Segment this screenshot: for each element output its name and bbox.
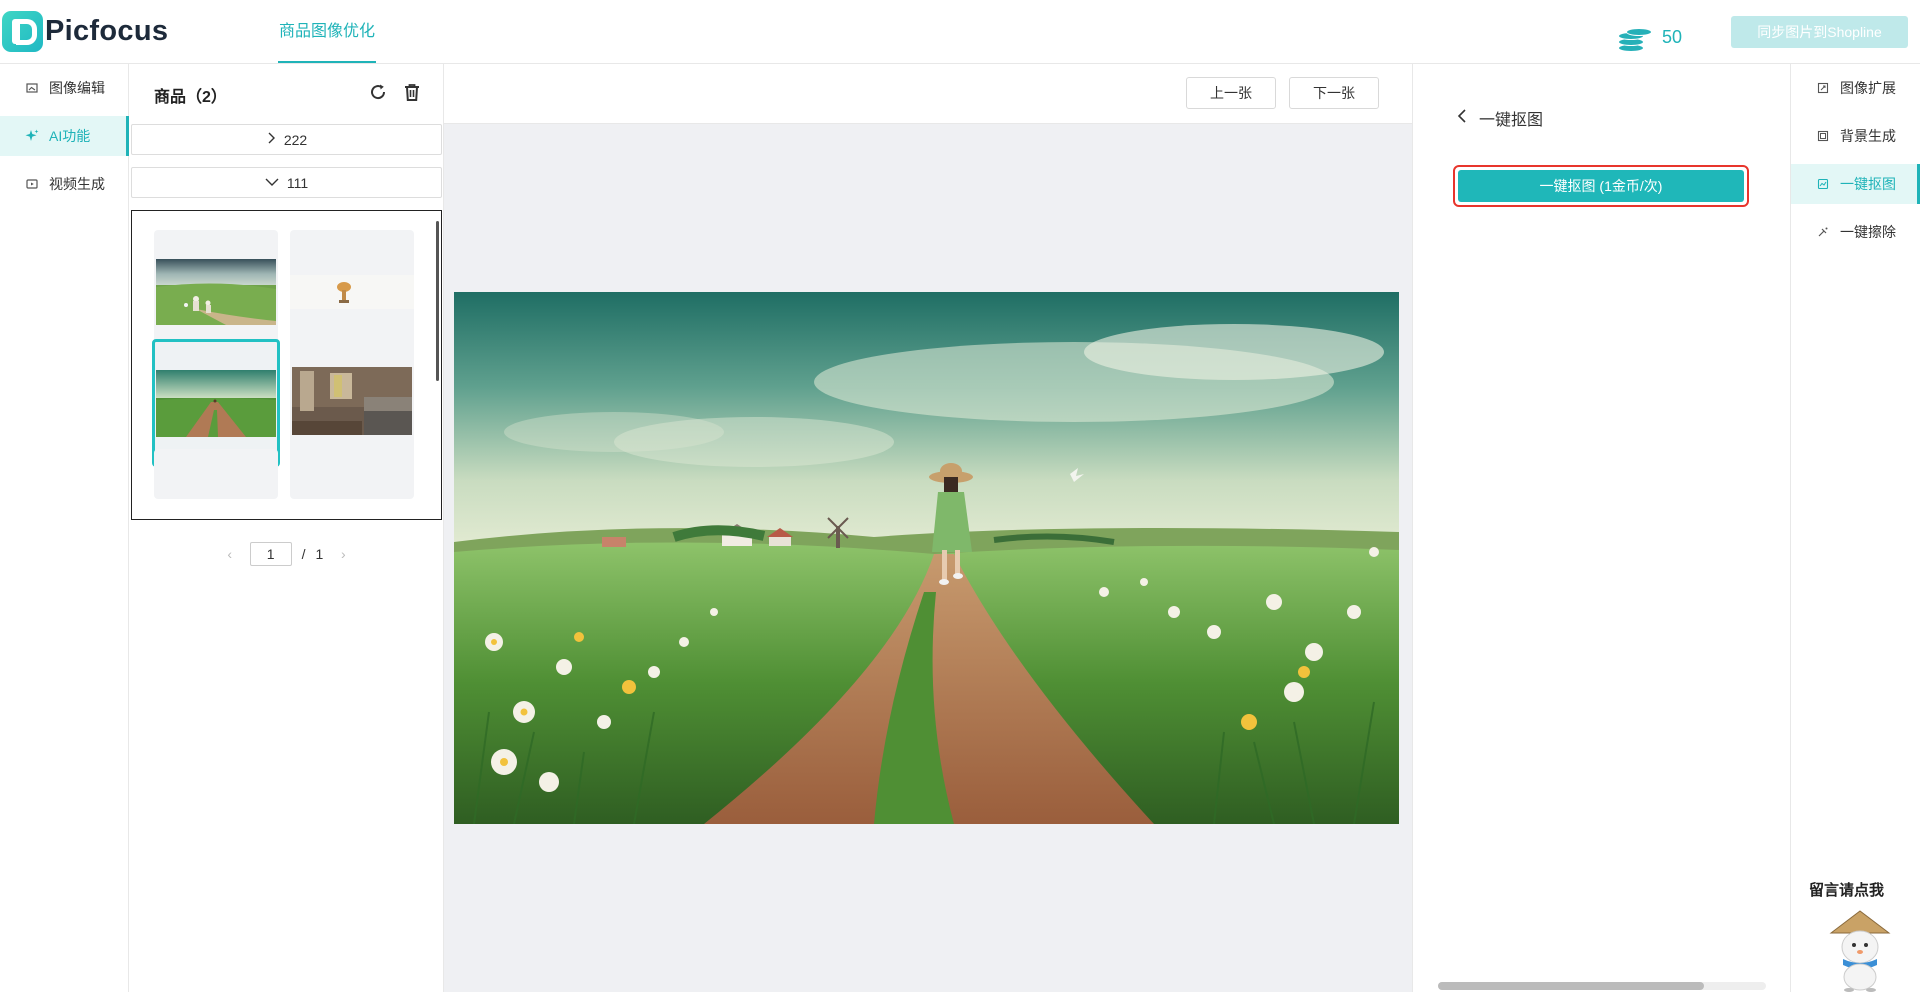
coin-balance: 50: [1662, 27, 1683, 47]
logo-icon: [2, 11, 43, 52]
product-list-title: 商品（2）: [154, 89, 227, 106]
chevron-down-icon: [265, 175, 279, 190]
pagination-next-icon[interactable]: ›: [333, 546, 353, 562]
image-canvas: 上一张 下一张: [444, 64, 1412, 992]
tool-item-one-click-erase[interactable]: 一键擦除: [1791, 212, 1920, 252]
expand-icon: [1816, 81, 1830, 95]
image-edit-icon: [25, 81, 39, 95]
video-icon: [25, 177, 39, 191]
folder-label: 222: [283, 131, 308, 148]
sync-to-shopline-button[interactable]: 同步图片到Shopline: [1731, 16, 1908, 48]
sidebar-item-label: 视频生成: [49, 176, 105, 192]
canvas-toolbar: 上一张 下一张: [444, 64, 1412, 124]
pagination-prev-icon[interactable]: ‹: [220, 546, 240, 562]
sparkle-icon: [25, 129, 39, 143]
sidebar-item-ai-features[interactable]: AI功能: [0, 116, 129, 156]
scrollbar-thumb[interactable]: [1438, 982, 1704, 990]
tool-settings-panel: 一键抠图 一键抠图 (1金币/次): [1412, 64, 1791, 992]
chevron-left-icon: [1457, 108, 1467, 128]
thumbnail-item-selected[interactable]: [152, 339, 280, 467]
pagination-separator: /: [301, 546, 306, 562]
sidebar-item-label: AI功能: [49, 128, 91, 144]
left-sidebar: 图像编辑 AI功能 视频生成: [0, 64, 129, 992]
logo-text: Picfocus: [45, 15, 169, 47]
cutout-icon: [1816, 177, 1830, 191]
pagination-total: 1: [315, 546, 324, 562]
mascot-image[interactable]: [1827, 907, 1893, 992]
coin-icon: [1618, 28, 1652, 54]
thumbnail-image: [156, 259, 276, 325]
thumbnail-item[interactable]: [290, 339, 414, 463]
background-icon: [1816, 129, 1830, 143]
sidebar-item-video[interactable]: 视频生成: [0, 164, 129, 204]
feedback-link[interactable]: 留言请点我: [1809, 879, 1884, 900]
main-preview-image: [454, 292, 1399, 824]
thumbnail-image: [290, 275, 414, 309]
cutout-button-label: 一键抠图 (1金币/次): [1458, 170, 1744, 202]
tool-item-background-generate[interactable]: 背景生成: [1791, 116, 1920, 156]
back-to-tools-link[interactable]: 一键抠图: [1457, 106, 1543, 130]
thumbnail-item[interactable]: [290, 230, 414, 354]
thumbnail-image: [156, 369, 276, 437]
thumbnail-item[interactable]: [154, 449, 278, 499]
tool-item-label: 背景生成: [1840, 128, 1896, 144]
eraser-icon: [1816, 225, 1830, 239]
app-root: Picfocus 商品图像优化 50 同步图片到Shopline 图像编辑 AI…: [0, 0, 1920, 992]
horizontal-scrollbar[interactable]: [1438, 982, 1766, 990]
product-panel: 商品（2） 222 111 ‹ 1 / 1 ›: [129, 64, 444, 992]
thumbnail-image: [292, 367, 412, 435]
tool-item-label: 一键抠图: [1840, 176, 1896, 192]
thumbnail-grid: [131, 210, 442, 520]
page-number-input[interactable]: 1: [249, 542, 292, 566]
folder-row-111[interactable]: 111: [131, 167, 442, 198]
refresh-icon[interactable]: [367, 82, 389, 104]
chevron-right-icon: [266, 132, 276, 147]
pagination: ‹ 1 / 1 ›: [129, 542, 444, 566]
one-click-cutout-button[interactable]: 一键抠图 (1金币/次): [1453, 165, 1749, 207]
tool-item-image-expand[interactable]: 图像扩展: [1791, 68, 1920, 108]
logo[interactable]: Picfocus: [2, 11, 168, 52]
next-image-button[interactable]: 下一张: [1289, 77, 1379, 109]
sidebar-item-image-edit[interactable]: 图像编辑: [0, 68, 129, 108]
top-header: Picfocus 商品图像优化 50 同步图片到Shopline: [0, 0, 1920, 64]
sidebar-item-label: 图像编辑: [49, 80, 105, 96]
tool-item-label: 图像扩展: [1840, 80, 1896, 96]
tool-item-one-click-cutout[interactable]: 一键抠图: [1791, 164, 1920, 204]
prev-image-button[interactable]: 上一张: [1186, 77, 1276, 109]
tool-item-label: 一键擦除: [1840, 224, 1896, 240]
folder-row-222[interactable]: 222: [131, 124, 442, 155]
folder-label: 111: [286, 174, 309, 191]
panel-title: 一键抠图: [1479, 112, 1544, 129]
trash-icon[interactable]: [401, 82, 423, 104]
thumbnail-item[interactable]: [154, 230, 278, 354]
landscape-image: [454, 292, 1399, 824]
thumbnail-item[interactable]: [290, 449, 414, 499]
tab-product-image-optimization[interactable]: 商品图像优化: [278, 0, 377, 63]
right-tool-sidebar: 图像扩展 背景生成 一键抠图 一键擦除 留言请点我: [1791, 64, 1920, 992]
